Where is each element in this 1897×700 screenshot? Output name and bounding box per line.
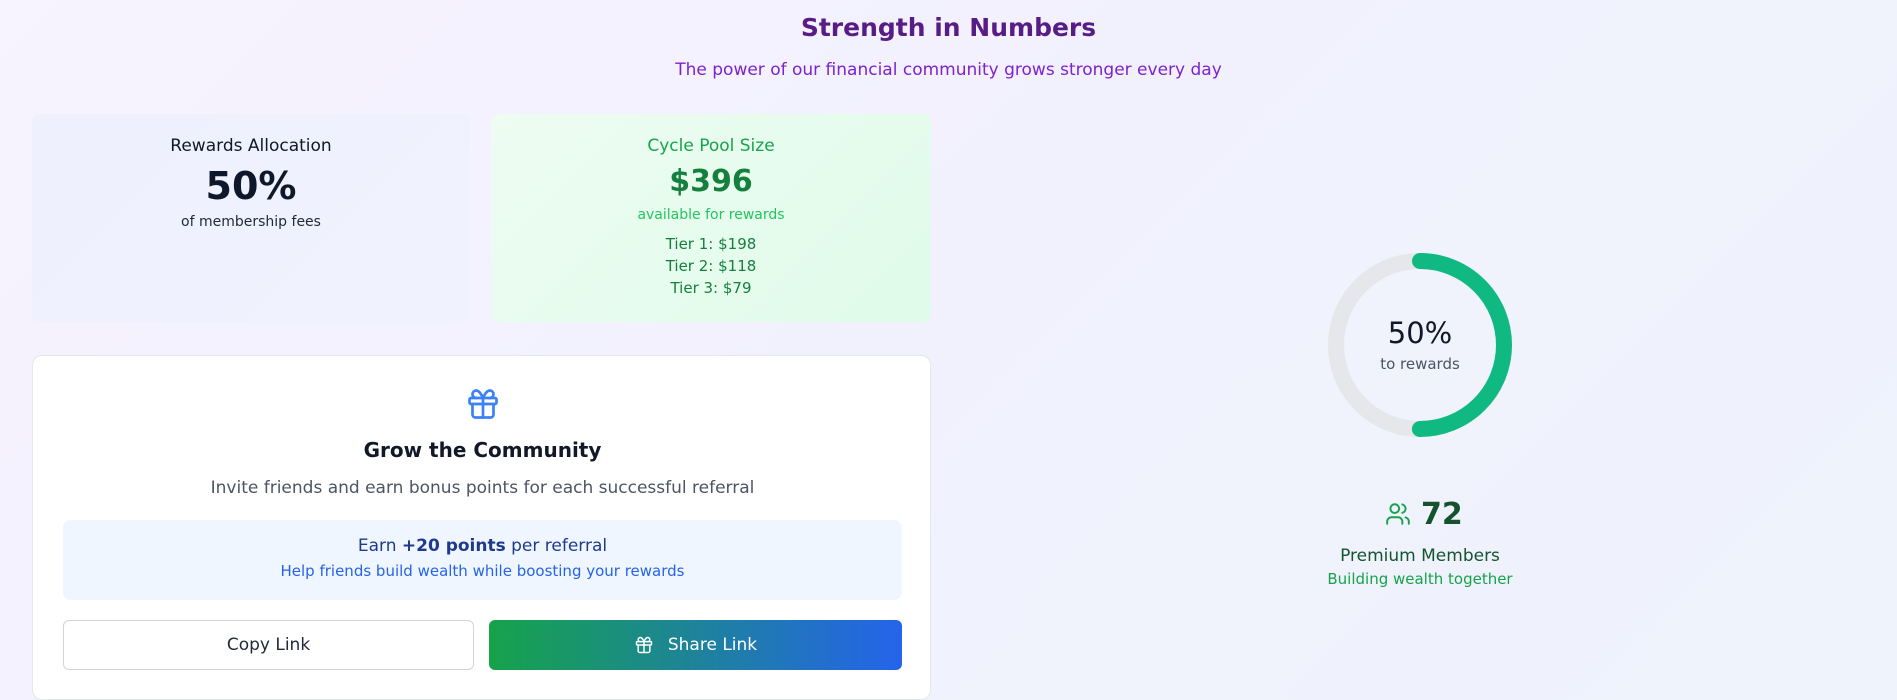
referral-bonus-line: Earn +20 points per referral xyxy=(63,536,902,556)
rewards-allocation-value: 50% xyxy=(205,164,297,208)
tier-item: Tier 1: $198 xyxy=(665,235,757,253)
earn-points: +20 points xyxy=(401,536,506,556)
cycle-pool-label: Cycle Pool Size xyxy=(647,136,775,156)
members-count-row: 72 xyxy=(1385,496,1463,532)
share-link-label: Share Link xyxy=(667,635,758,655)
grow-community-title: Grow the Community xyxy=(363,438,602,462)
members-sub: Building wealth together xyxy=(1327,570,1513,588)
grow-community-description: Invite friends and earn bonus points for… xyxy=(210,478,755,498)
earn-prefix: Earn xyxy=(357,536,402,556)
cycle-pool-sub: available for rewards xyxy=(637,207,785,223)
members-label: Premium Members xyxy=(1340,546,1500,566)
copy-link-label: Copy Link xyxy=(226,635,311,655)
referral-bonus-sub: Help friends build wealth while boosting… xyxy=(280,562,685,580)
gift-icon xyxy=(635,636,653,654)
donut-percent: 50% xyxy=(1387,316,1453,350)
cycle-pool-card: Cycle Pool Size $396 available for rewar… xyxy=(491,114,931,322)
tier-item: Tier 3: $79 xyxy=(670,279,752,297)
rewards-allocation-card: Rewards Allocation 50% of membership fee… xyxy=(32,114,470,322)
grow-community-card: Grow the Community Invite friends and ea… xyxy=(32,355,931,700)
members-count: 72 xyxy=(1421,496,1463,532)
share-link-button[interactable]: Share Link xyxy=(489,620,902,670)
page-subtitle: The power of our financial community gro… xyxy=(675,60,1222,80)
tier-item: Tier 2: $118 xyxy=(665,257,757,275)
donut-label: to rewards xyxy=(1380,355,1460,373)
rewards-allocation-sub: of membership fees xyxy=(181,214,321,230)
users-icon xyxy=(1386,503,1410,525)
page-title: Strength in Numbers xyxy=(800,13,1097,42)
rewards-allocation-label: Rewards Allocation xyxy=(170,136,332,156)
gift-icon xyxy=(468,389,498,419)
referral-bonus-box: Earn +20 points per referral Help friend… xyxy=(63,520,902,600)
copy-link-button[interactable]: Copy Link xyxy=(63,620,474,670)
earn-suffix: per referral xyxy=(505,536,608,556)
tier-list: Tier 1: $198 Tier 2: $118 Tier 3: $79 xyxy=(491,233,931,299)
cycle-pool-value: $396 xyxy=(669,164,753,199)
